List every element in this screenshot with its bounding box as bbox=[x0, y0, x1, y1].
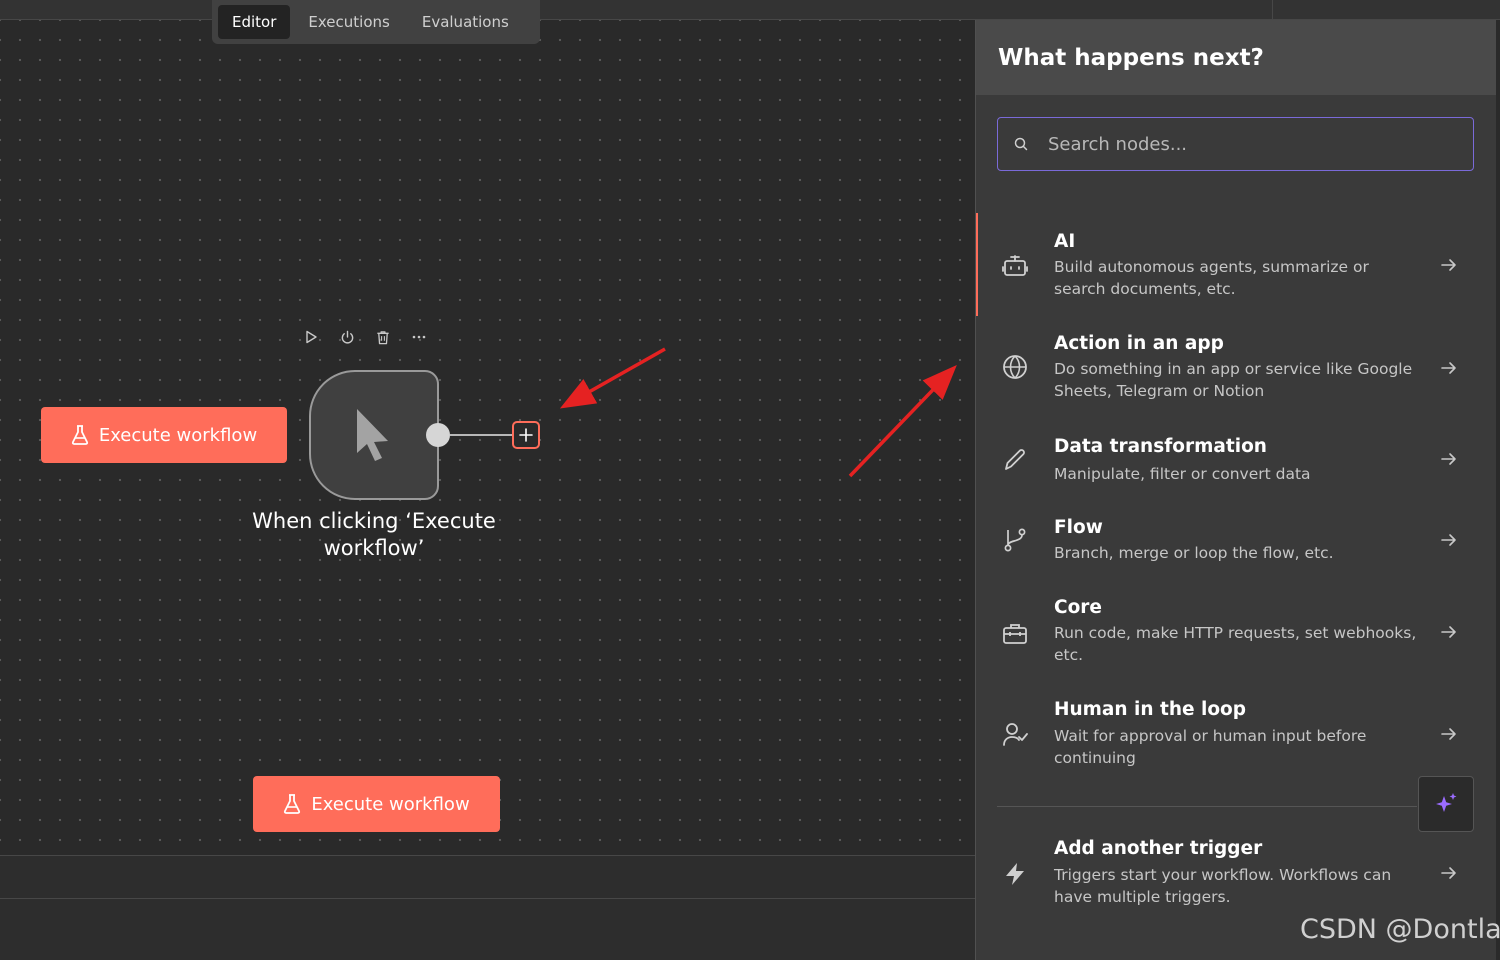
node-toolbar bbox=[300, 326, 430, 348]
bottom-divider bbox=[0, 898, 975, 899]
category-description: Do something in an app or service like G… bbox=[1054, 360, 1413, 400]
power-icon[interactable] bbox=[336, 326, 358, 348]
sparkles-icon bbox=[1436, 793, 1457, 812]
arrow-right-icon bbox=[1441, 728, 1456, 740]
execute-workflow-bottom-button[interactable]: Execute workflow bbox=[253, 776, 500, 832]
user-check-icon bbox=[1003, 723, 1028, 746]
bolt-icon bbox=[1006, 863, 1024, 885]
category-data-transformation[interactable]: Data transformation Manipulate, filter o… bbox=[976, 425, 1496, 499]
category-title: Core bbox=[1054, 597, 1102, 618]
arrow-right-icon bbox=[1441, 626, 1456, 638]
plus-icon bbox=[519, 428, 533, 442]
category-core[interactable]: Core Run code, make HTTP requests, set w… bbox=[976, 588, 1496, 682]
category-title: Flow bbox=[1054, 517, 1103, 538]
cursor-icon bbox=[357, 409, 388, 461]
node-label: When clicking ‘Execute workflow’ bbox=[252, 509, 496, 560]
flask-icon bbox=[284, 794, 301, 814]
arrow-right-icon bbox=[1441, 867, 1456, 879]
tab-evaluations[interactable]: Evaluations bbox=[408, 5, 523, 39]
more-icon[interactable] bbox=[408, 326, 430, 348]
category-title: Add another trigger bbox=[1054, 838, 1263, 859]
category-human-in-the-loop[interactable]: Human in the loop Wait for approval or h… bbox=[976, 690, 1496, 786]
search-input[interactable] bbox=[1048, 133, 1448, 155]
arrow-right-icon bbox=[1441, 534, 1456, 546]
panel-scrollbar[interactable] bbox=[1496, 20, 1500, 960]
search-box[interactable] bbox=[997, 117, 1474, 171]
tab-editor[interactable]: Editor bbox=[218, 5, 291, 39]
execute-workflow-label: Execute workflow bbox=[98, 424, 258, 446]
category-title: Human in the loop bbox=[1054, 699, 1246, 720]
category-title: Action in an app bbox=[1054, 333, 1224, 354]
panel-title: What happens next? bbox=[976, 20, 1496, 95]
category-title: AI bbox=[1054, 231, 1076, 252]
node-output-handle[interactable] bbox=[426, 423, 450, 447]
category-description: Wait for approval or human input before … bbox=[1054, 727, 1367, 767]
robot-icon bbox=[1002, 255, 1028, 276]
execute-workflow-button[interactable]: Execute workflow bbox=[41, 407, 287, 463]
arrow-right-icon bbox=[1441, 259, 1456, 271]
play-icon[interactable] bbox=[300, 326, 322, 348]
toolbox-icon bbox=[1003, 624, 1027, 644]
category-description: Run code, make HTTP requests, set webhoo… bbox=[1054, 624, 1417, 664]
section-divider bbox=[997, 806, 1417, 807]
category-title: Data transformation bbox=[1054, 436, 1267, 457]
globe-icon bbox=[1003, 355, 1027, 379]
category-description: Manipulate, filter or convert data bbox=[1054, 465, 1311, 483]
flask-icon bbox=[71, 425, 88, 445]
arrow-right-icon bbox=[1441, 362, 1456, 374]
category-flow[interactable]: Flow Branch, merge or loop the flow, etc… bbox=[976, 507, 1496, 579]
manual-trigger-node[interactable] bbox=[309, 370, 439, 500]
tab-executions[interactable]: Executions bbox=[294, 5, 403, 39]
canvas-bottom-strip bbox=[0, 855, 975, 960]
execute-workflow-label: Execute workflow bbox=[311, 793, 470, 815]
arrow-right-icon bbox=[1441, 453, 1456, 465]
category-description: Branch, merge or loop the flow, etc. bbox=[1054, 544, 1334, 562]
add-node-button[interactable] bbox=[512, 421, 540, 449]
category-add-another-trigger[interactable]: Add another trigger Triggers start your … bbox=[976, 828, 1496, 928]
search-icon bbox=[1014, 137, 1028, 151]
git-branch-icon bbox=[1004, 528, 1026, 552]
watermark: CSDN @Dontla bbox=[1300, 914, 1500, 945]
top-bar-divider bbox=[1272, 0, 1273, 20]
node-connector bbox=[450, 434, 512, 436]
category-description: Triggers start your workflow. Workflows … bbox=[1054, 866, 1392, 906]
node-creator-panel: What happens next? AI Build autonomous a… bbox=[975, 20, 1496, 960]
category-description: Build autonomous agents, summarize or se… bbox=[1054, 258, 1369, 298]
category-action-in-an-app[interactable]: Action in an app Do something in an app … bbox=[976, 320, 1496, 415]
category-ai[interactable]: AI Build autonomous agents, summarize or… bbox=[976, 213, 1496, 316]
ai-assistant-button[interactable] bbox=[1418, 776, 1474, 832]
pen-icon bbox=[1005, 449, 1025, 470]
view-tabs: Editor Executions Evaluations bbox=[212, 0, 540, 44]
trash-icon[interactable] bbox=[372, 326, 394, 348]
